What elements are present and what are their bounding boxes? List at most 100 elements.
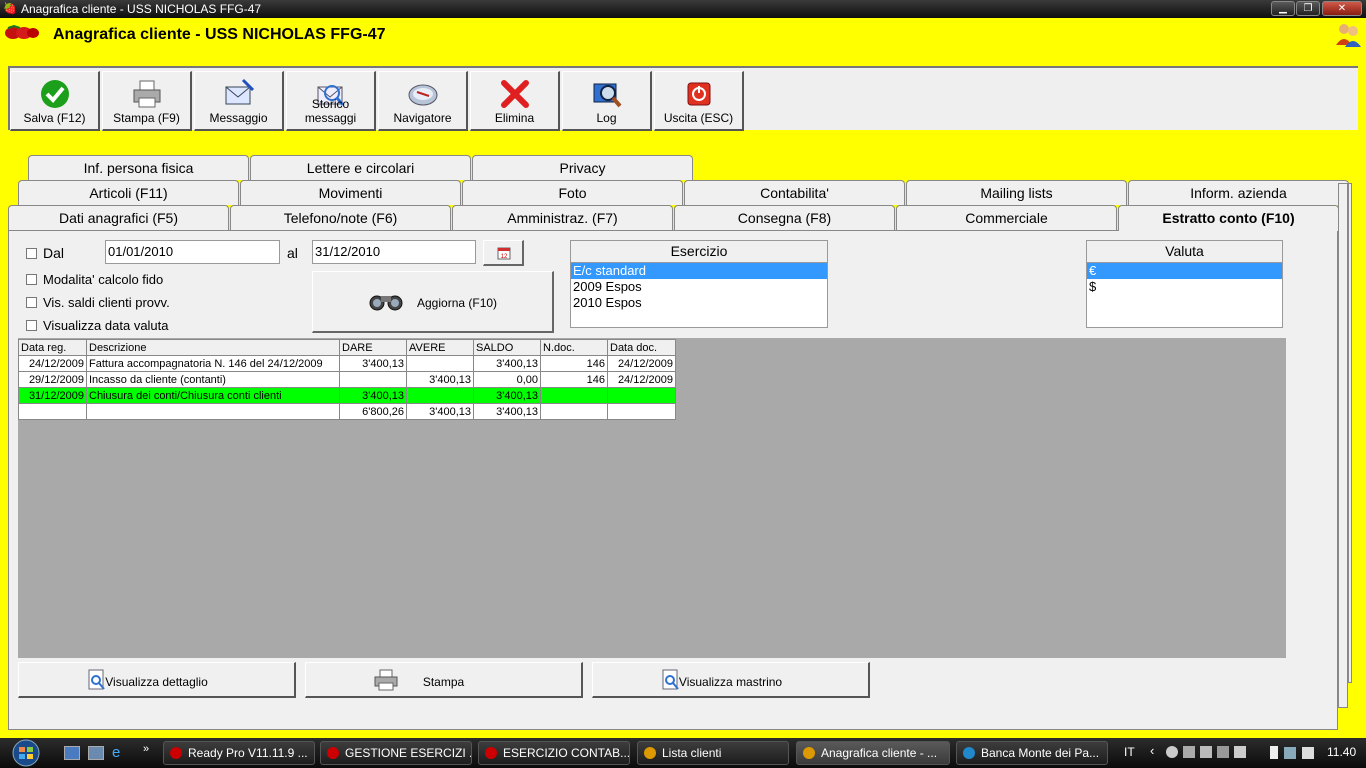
dal-checkbox[interactable] bbox=[26, 248, 37, 259]
window-title: Anagrafica cliente - USS NICHOLAS FFG-47 bbox=[21, 2, 262, 16]
table-row[interactable]: 29/12/2009 Incasso da cliente (contanti)… bbox=[18, 371, 676, 388]
cell: 3'400,13 bbox=[339, 387, 407, 404]
task-anagrafica-cliente[interactable]: Anagrafica cliente - ... bbox=[796, 741, 950, 765]
tab-movimenti[interactable]: Movimenti bbox=[240, 180, 461, 205]
valuta-header: Valuta bbox=[1087, 241, 1282, 263]
cell bbox=[339, 371, 407, 388]
volume-icon[interactable] bbox=[1302, 747, 1314, 759]
valuta-item[interactable]: € bbox=[1087, 263, 1282, 279]
language-indicator[interactable]: IT bbox=[1124, 745, 1135, 759]
aggiorna-button[interactable]: Aggiorna (F10) bbox=[312, 271, 554, 333]
cell: 3'400,13 bbox=[339, 355, 407, 372]
tray-expand-icon[interactable]: ‹ bbox=[1150, 743, 1154, 758]
esercizio-listbox[interactable]: Esercizio E/c standard 2009 Espos 2010 E… bbox=[570, 240, 828, 328]
tab-panel-edge bbox=[1338, 183, 1348, 708]
chevron-right-icon[interactable]: » bbox=[143, 743, 149, 755]
task-lista-clienti[interactable]: Lista clienti bbox=[637, 741, 789, 765]
start-button[interactable] bbox=[6, 738, 46, 768]
print-button[interactable]: Stampa (F9) bbox=[102, 71, 192, 131]
tab-lettere-circolari[interactable]: Lettere e circolari bbox=[250, 155, 471, 180]
tab-panel-edge bbox=[1348, 183, 1352, 683]
message-button[interactable]: Messaggio bbox=[194, 71, 284, 131]
tray-icon[interactable] bbox=[1183, 746, 1195, 758]
estratto-conto-table: Data reg. Descrizione DARE AVERE SALDO N… bbox=[18, 339, 676, 420]
tab-commerciale[interactable]: Commerciale bbox=[896, 205, 1117, 230]
calendar-button[interactable]: 12 bbox=[483, 240, 524, 266]
navigator-button[interactable]: Navigatore bbox=[378, 71, 468, 131]
esercizio-item[interactable]: E/c standard bbox=[571, 263, 827, 279]
col-dare[interactable]: DARE bbox=[339, 339, 407, 356]
modalita-fido-checkbox[interactable] bbox=[26, 274, 37, 285]
clock[interactable]: 11.40 bbox=[1327, 745, 1356, 759]
task-gestione-esercizi[interactable]: GESTIONE ESERCIZI ... bbox=[320, 741, 472, 765]
tab-privacy[interactable]: Privacy bbox=[472, 155, 693, 180]
tab-amministraz[interactable]: Amministraz. (F7) bbox=[452, 205, 673, 230]
maximize-button[interactable]: ❐ bbox=[1296, 1, 1320, 16]
ie-icon[interactable]: e bbox=[112, 744, 120, 761]
vis-saldi-label: Vis. saldi clienti provv. bbox=[43, 295, 170, 310]
tab-estratto-conto[interactable]: Estratto conto (F10) bbox=[1118, 205, 1339, 231]
tab-mailing-lists[interactable]: Mailing lists bbox=[906, 180, 1127, 205]
cell: 3'400,13 bbox=[473, 355, 541, 372]
table-row[interactable]: 24/12/2009 Fattura accompagnatoria N. 14… bbox=[18, 355, 676, 372]
valuta-item[interactable]: $ bbox=[1087, 279, 1282, 295]
visualizza-dettaglio-button[interactable]: Visualizza dettaglio bbox=[18, 662, 296, 698]
cell: 3'400,13 bbox=[406, 371, 474, 388]
col-saldo[interactable]: SALDO bbox=[473, 339, 541, 356]
exit-button[interactable]: Uscita (ESC) bbox=[654, 71, 744, 131]
task-ready-pro[interactable]: Ready Pro V11.11.9 ... bbox=[163, 741, 315, 765]
strawberry-icon bbox=[327, 747, 339, 759]
save-button[interactable]: Salva (F12) bbox=[10, 71, 100, 131]
tab-articoli[interactable]: Articoli (F11) bbox=[18, 180, 239, 205]
tab-contabilita[interactable]: Contabilita' bbox=[684, 180, 905, 205]
dal-date-input[interactable]: 01/01/2010 bbox=[105, 240, 280, 264]
col-avere[interactable]: AVERE bbox=[406, 339, 474, 356]
close-button[interactable]: ✕ bbox=[1322, 1, 1362, 16]
battery-icon[interactable] bbox=[1270, 746, 1278, 759]
task-esercizio-contab[interactable]: ESERCIZIO CONTAB... bbox=[478, 741, 630, 765]
tray-icon[interactable] bbox=[1217, 746, 1229, 758]
cell: Chiusura dei conti/Chiusura conti client… bbox=[86, 387, 340, 404]
stampa-button[interactable]: Stampa bbox=[305, 662, 583, 698]
col-data-doc[interactable]: Data doc. bbox=[607, 339, 676, 356]
cell: 0,00 bbox=[473, 371, 541, 388]
esercizio-item[interactable]: 2009 Espos bbox=[571, 279, 827, 295]
col-data-reg[interactable]: Data reg. bbox=[18, 339, 87, 356]
message-icon bbox=[225, 78, 254, 105]
switch-windows-icon[interactable] bbox=[88, 746, 104, 760]
col-ndoc[interactable]: N.doc. bbox=[540, 339, 608, 356]
tab-inf-persona-fisica[interactable]: Inf. persona fisica bbox=[28, 155, 249, 180]
message-history-button[interactable]: Storico messaggi bbox=[286, 71, 376, 131]
cell: Fattura accompagnatoria N. 146 del 24/12… bbox=[86, 355, 340, 372]
log-button[interactable]: Log bbox=[562, 71, 652, 131]
system-tray-icons[interactable] bbox=[1166, 746, 1266, 760]
tab-inform-azienda[interactable]: Inform. azienda bbox=[1128, 180, 1349, 205]
tray-icon[interactable] bbox=[1166, 746, 1178, 758]
show-desktop-icon[interactable] bbox=[64, 746, 80, 760]
table-row-highlighted[interactable]: 31/12/2009 Chiusura dei conti/Chiusura c… bbox=[18, 387, 676, 404]
tab-consegna[interactable]: Consegna (F8) bbox=[674, 205, 895, 230]
system-status-icons[interactable] bbox=[1270, 746, 1330, 760]
estratto-conto-grid[interactable]: Data reg. Descrizione DARE AVERE SALDO N… bbox=[18, 338, 1286, 658]
al-date-input[interactable]: 31/12/2010 bbox=[312, 240, 476, 264]
vis-data-valuta-checkbox[interactable] bbox=[26, 320, 37, 331]
delete-button[interactable]: Elimina bbox=[470, 71, 560, 131]
visualizza-mastrino-button[interactable]: Visualizza mastrino bbox=[592, 662, 870, 698]
tray-icon[interactable] bbox=[1234, 746, 1246, 758]
tab-foto[interactable]: Foto bbox=[462, 180, 683, 205]
col-descrizione[interactable]: Descrizione bbox=[86, 339, 340, 356]
modalita-fido-label: Modalita' calcolo fido bbox=[43, 272, 164, 287]
vis-saldi-checkbox[interactable] bbox=[26, 297, 37, 308]
cell: 146 bbox=[540, 355, 608, 372]
cell bbox=[406, 387, 474, 404]
tray-icon[interactable] bbox=[1200, 746, 1212, 758]
tab-telefono-note[interactable]: Telefono/note (F6) bbox=[230, 205, 451, 230]
esercizio-item[interactable]: 2010 Espos bbox=[571, 295, 827, 311]
network-icon[interactable] bbox=[1284, 747, 1296, 759]
valuta-listbox[interactable]: Valuta € $ bbox=[1086, 240, 1283, 328]
cell: 6'800,26 bbox=[339, 403, 407, 420]
task-banca-monte[interactable]: Banca Monte dei Pa... bbox=[956, 741, 1108, 765]
tab-dati-anagrafici[interactable]: Dati anagrafici (F5) bbox=[8, 205, 229, 230]
minimize-button[interactable]: ▁ bbox=[1271, 1, 1295, 16]
users-icon[interactable] bbox=[1334, 21, 1362, 47]
